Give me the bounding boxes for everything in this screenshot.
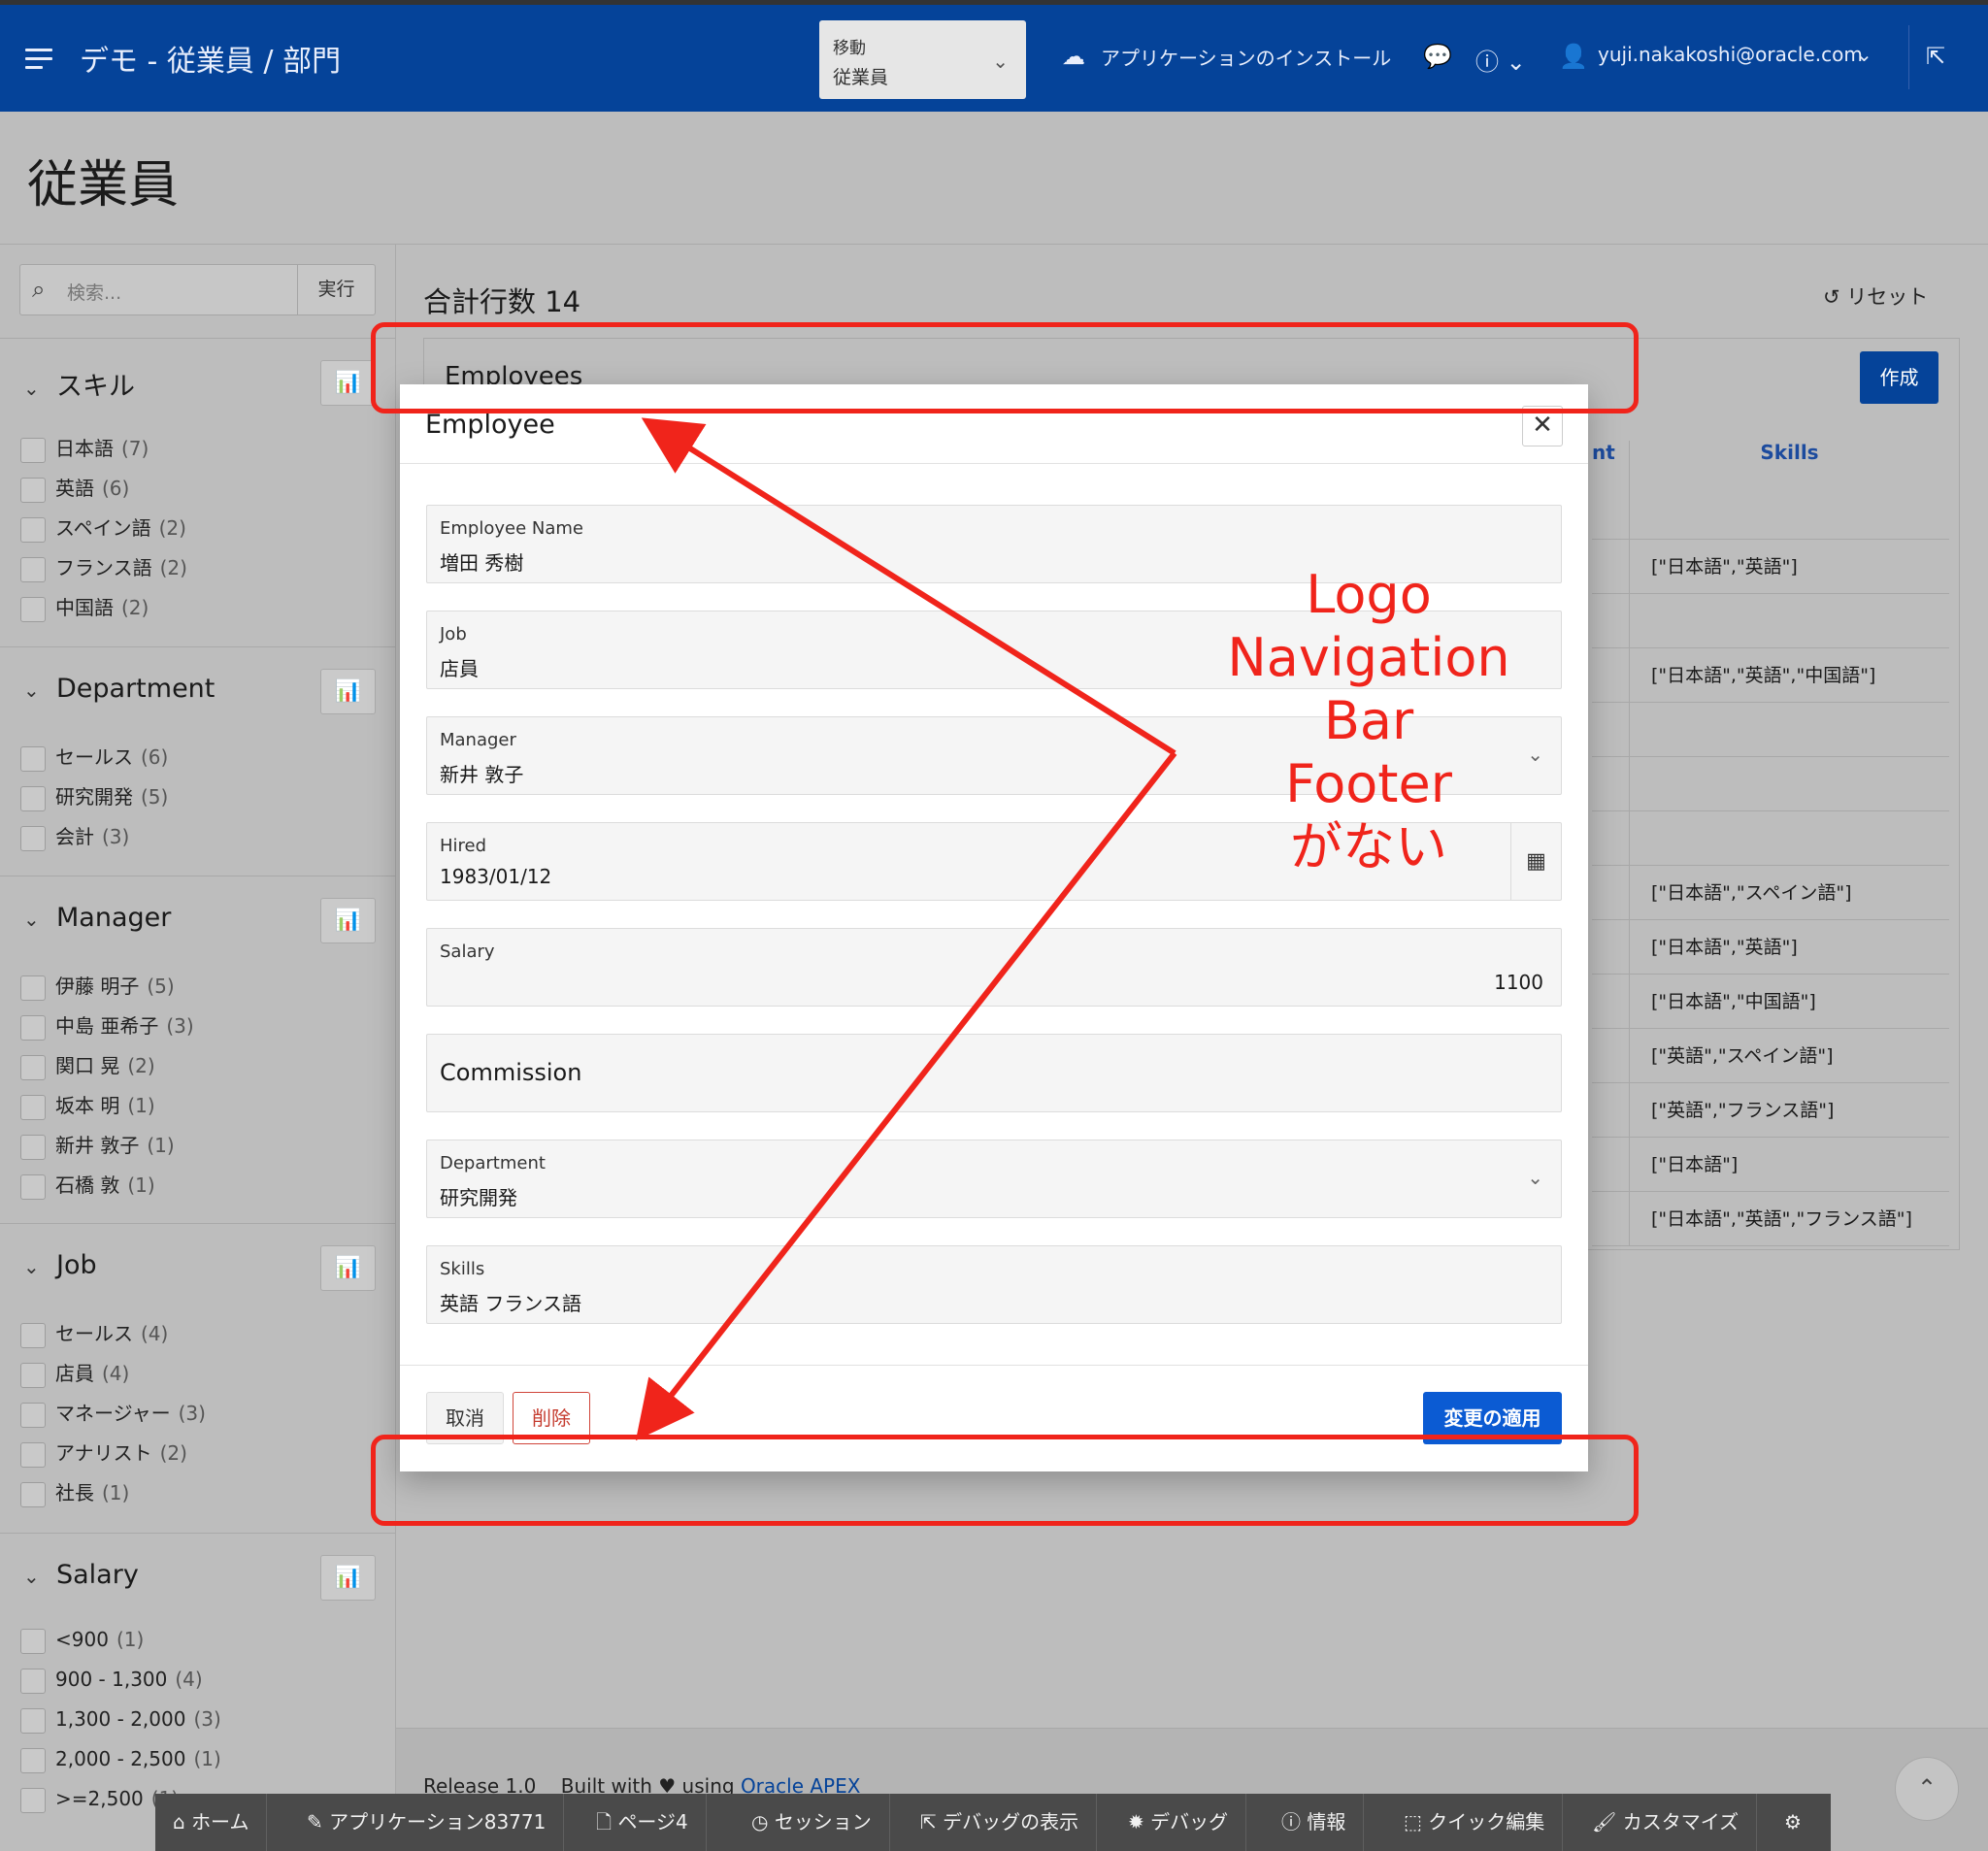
annotation-line: Navigation Bar xyxy=(1227,627,1510,751)
annotation-line: Footer xyxy=(1285,753,1452,814)
annotation-line: Logo xyxy=(1306,564,1432,625)
arrow-to-header xyxy=(641,417,1176,756)
annotation-text: Logo Navigation Bar Footer がない xyxy=(1184,563,1553,878)
annotation-arrows xyxy=(635,417,1177,1441)
annotation-line: がない xyxy=(1290,816,1447,877)
arrow-to-footer xyxy=(635,751,1177,1441)
